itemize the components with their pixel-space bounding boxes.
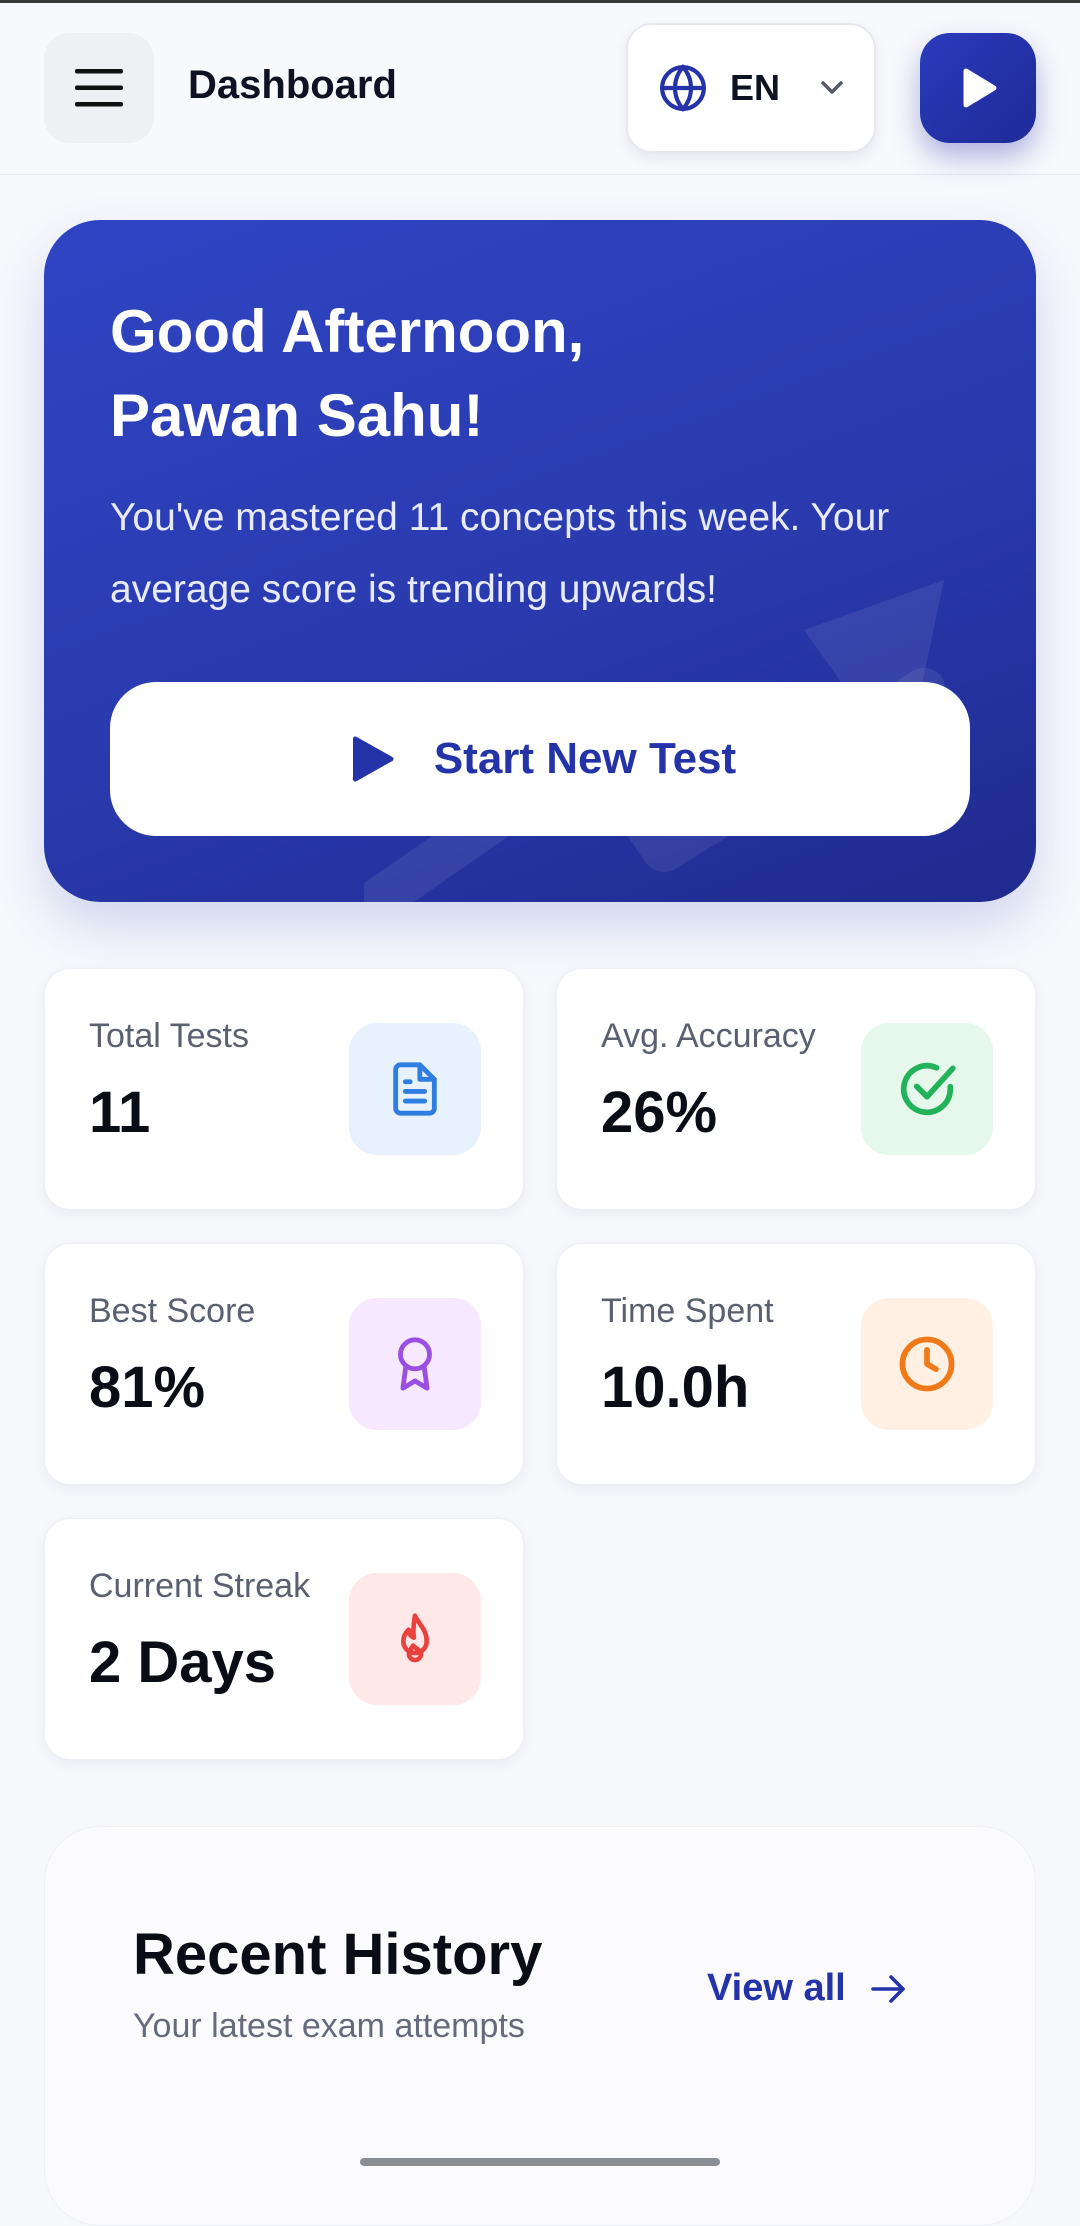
stat-icon-tile <box>861 1023 993 1155</box>
stat-icon-tile <box>349 1573 481 1705</box>
chevron-down-icon <box>821 81 843 94</box>
award-icon <box>398 1337 432 1391</box>
stat-card-current-streak: Current Streak 2 Days <box>44 1518 524 1760</box>
stat-value: 26% <box>601 1080 718 1145</box>
stat-label: Avg. Accuracy <box>601 1017 816 1055</box>
language-label: EN <box>730 67 781 108</box>
document-icon <box>393 1062 437 1116</box>
stat-label: Total Tests <box>89 1017 250 1055</box>
stat-label: Best Score <box>89 1292 256 1330</box>
view-all-label: View all <box>707 1967 846 2009</box>
recent-history-title: Recent History <box>133 1922 543 1987</box>
start-new-test-button[interactable]: Start New Test <box>110 682 970 836</box>
greeting-line-2: Pawan Sahu! <box>110 382 484 449</box>
stat-label: Current Streak <box>89 1567 311 1605</box>
stat-icon-tile <box>349 1298 481 1430</box>
stat-value: 81% <box>89 1355 206 1420</box>
quick-play-button[interactable] <box>920 33 1036 143</box>
stat-card-best-score: Best Score 81% <box>44 1243 524 1485</box>
stat-card-avg-accuracy: Avg. Accuracy 26% <box>556 968 1036 1210</box>
app-header: Dashboard EN <box>0 3 1080 175</box>
language-selector[interactable]: EN <box>626 23 876 153</box>
recent-history-subtitle: Your latest exam attempts <box>133 2007 525 2045</box>
arrow-right-icon <box>870 1974 905 2003</box>
check-circle-icon <box>900 1062 956 1116</box>
stat-card-time-spent: Time Spent 10.0h <box>556 1243 1036 1485</box>
greeting-line-1: Good Afternoon, <box>110 298 585 365</box>
flame-icon <box>401 1613 429 1663</box>
clock-icon <box>899 1336 955 1392</box>
play-icon <box>352 736 394 782</box>
menu-button[interactable] <box>44 33 154 143</box>
stat-icon-tile <box>349 1023 481 1155</box>
stat-value: 2 Days <box>89 1630 277 1695</box>
stat-card-total-tests: Total Tests 11 <box>44 968 524 1210</box>
stat-value: 11 <box>89 1080 151 1145</box>
greeting-card: Good Afternoon, Pawan Sahu! You've maste… <box>44 220 1036 902</box>
view-all-link[interactable]: View all <box>707 1967 908 2010</box>
hamburger-menu-icon <box>75 69 123 107</box>
stat-value: 10.0h <box>601 1355 750 1420</box>
stat-icon-tile <box>861 1298 993 1430</box>
globe-icon <box>660 64 706 112</box>
page-title: Dashboard <box>188 63 397 107</box>
progress-message: You've mastered 11 concepts this week. Y… <box>110 496 890 611</box>
home-indicator[interactable] <box>360 2158 720 2166</box>
start-new-test-label: Start New Test <box>433 734 737 783</box>
greeting-heading: Good Afternoon, Pawan Sahu! <box>110 290 930 458</box>
recent-history-section: Recent History Your latest exam attempts… <box>44 1826 1036 2226</box>
play-icon <box>963 68 997 108</box>
stat-label: Time Spent <box>601 1292 774 1330</box>
